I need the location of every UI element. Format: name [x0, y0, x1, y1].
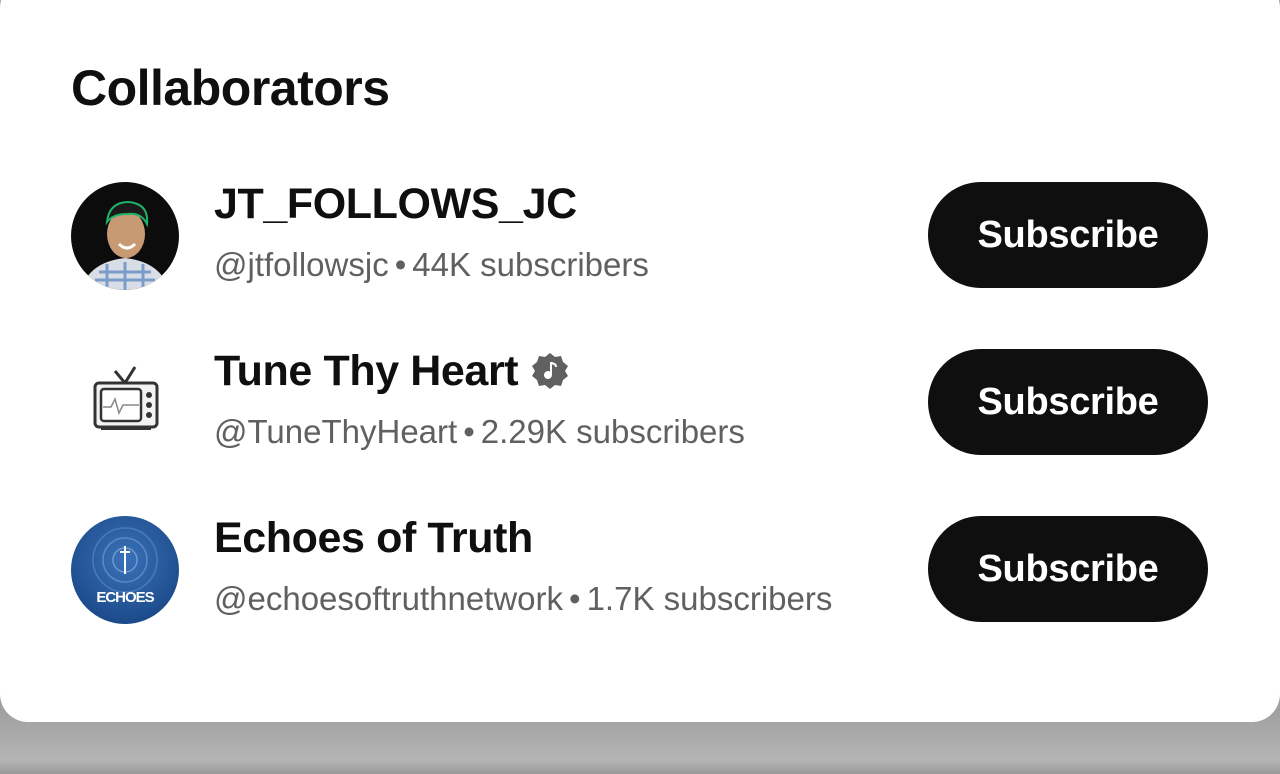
channel-name-line: Echoes of Truth [214, 512, 533, 564]
echoes-logo-avatar-icon: ECHOES [71, 516, 179, 624]
channel-name-line: JT_FOLLOWS_JC [214, 178, 577, 230]
echoes-logo-text: ECHOES [96, 589, 154, 606]
collaborator-row: ECHOES Echoes of Truth @echoesoftruthnet… [0, 514, 1280, 636]
channel-name[interactable]: Echoes of Truth [214, 514, 533, 563]
separator-dot: • [394, 246, 407, 283]
dialog-title: Collaborators [71, 60, 390, 116]
collaborators-dialog: Collaborators JT_FOLLOWS_JC @jtfollowsjc… [0, 0, 1280, 722]
subscriber-count: 2.29K subscribers [480, 413, 745, 450]
subscribe-button[interactable]: Subscribe [928, 516, 1208, 622]
collaborator-row: Tune Thy Heart @TuneThyHeart • 2.29K subsc… [0, 347, 1280, 469]
tv-avatar-icon [71, 349, 179, 457]
separator-dot: • [463, 413, 475, 450]
channel-meta: @jtfollowsjc • 44K subscribers [214, 246, 649, 284]
channel-handle: @TuneThyHeart [214, 413, 458, 450]
subscriber-count: 44K subscribers [412, 246, 649, 283]
channel-meta: @echoesoftruthnetwork • 1.7K subscribers [214, 580, 832, 618]
separator-dot: • [569, 580, 581, 617]
channel-handle: @echoesoftruthnetwork [214, 580, 564, 617]
person-avatar-icon [71, 182, 179, 290]
channel-avatar[interactable] [71, 349, 179, 457]
music-verified-badge-icon [532, 353, 569, 389]
channel-avatar[interactable] [71, 182, 179, 290]
subscribe-button[interactable]: Subscribe [928, 182, 1208, 288]
subscriber-count: 1.7K subscribers [586, 580, 833, 617]
channel-avatar[interactable]: ECHOES [71, 516, 179, 624]
channel-name[interactable]: JT_FOLLOWS_JC [214, 180, 577, 229]
channel-name-line: Tune Thy Heart [214, 345, 570, 397]
channel-meta: @TuneThyHeart • 2.29K subscribers [214, 413, 745, 451]
subscribe-button[interactable]: Subscribe [928, 349, 1208, 455]
collaborator-row: JT_FOLLOWS_JC @jtfollowsjc • 44K subscribe… [0, 180, 1280, 302]
channel-name[interactable]: Tune Thy Heart [214, 347, 519, 396]
channel-handle: @jtfollowsjc [214, 246, 389, 283]
